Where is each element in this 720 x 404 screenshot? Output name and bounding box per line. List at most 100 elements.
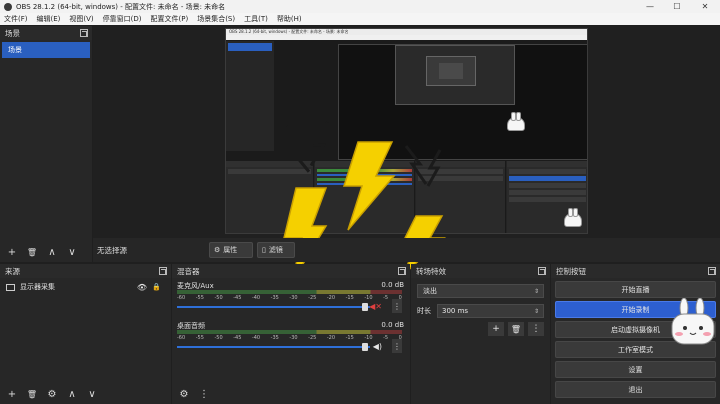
- maximize-button[interactable]: ☐: [666, 0, 688, 13]
- move-source-up-button[interactable]: ∧: [65, 387, 79, 401]
- volume-slider[interactable]: [177, 346, 370, 348]
- nested-preview-level-3: [426, 56, 476, 86]
- controls-header: 控制按钮: [551, 264, 720, 278]
- move-source-down-button[interactable]: ∨: [85, 387, 99, 401]
- lightning-cracks-icon: [284, 121, 329, 173]
- remove-scene-button[interactable]: 🗑: [25, 245, 39, 259]
- mixer-channel-desktop: 桌面音频 0.0 dB -60 -55 -50 -45 -40 -35 -30 -25 -20-…: [176, 320, 406, 358]
- window-title: OBS 28.1.2 (64-bit, windows) - 配置文件: 未命名…: [16, 2, 226, 11]
- nested-menu-bar: [226, 35, 587, 40]
- audio-mixer-dock: 混音器 麦克风/Aux 0.0 dB -60 -55 -50 -45 -40 -35 -30…: [172, 264, 410, 404]
- transition-selected: 淡出: [423, 287, 437, 295]
- sources-header: 来源: [0, 264, 171, 278]
- preview-toolbar: 无选择源 ⚙ 属性 ▯ 滤镜: [93, 238, 720, 262]
- menu-tools[interactable]: 工具(T): [244, 14, 268, 24]
- undock-icon[interactable]: [708, 267, 716, 275]
- add-source-button[interactable]: +: [5, 387, 19, 401]
- nested-mascot-icon: [507, 112, 525, 131]
- sources-toolbar: + 🗑 ⚙ ∧ ∨: [0, 384, 171, 404]
- volume-meter: [177, 290, 402, 294]
- nested-mascot-icon: [564, 208, 582, 227]
- menu-profile[interactable]: 配置文件(P): [151, 14, 189, 24]
- no-source-selected-label: 无选择源: [97, 245, 127, 255]
- properties-button[interactable]: ⚙ 属性: [209, 242, 253, 258]
- start-streaming-button[interactable]: 开始直播: [555, 281, 716, 298]
- mixer-channel-mic: 麦克风/Aux 0.0 dB -60 -55 -50 -45 -40 -35 -30 -25-…: [176, 280, 406, 318]
- nested-scenes-dock: [226, 41, 274, 151]
- undock-icon[interactable]: [80, 29, 88, 37]
- channel-more-button[interactable]: ⋮: [392, 299, 402, 313]
- transitions-title: 转场特效: [416, 266, 446, 276]
- move-scene-down-button[interactable]: ∨: [65, 245, 79, 259]
- source-properties-button[interactable]: ⚙: [45, 387, 59, 401]
- remove-transition-button[interactable]: 🗑: [508, 322, 524, 336]
- transition-properties-button[interactable]: ⋮: [528, 322, 544, 336]
- filters-button[interactable]: ▯ 滤镜: [257, 242, 295, 258]
- transitions-header: 转场特效: [411, 264, 550, 278]
- undock-icon[interactable]: [538, 267, 546, 275]
- menu-help[interactable]: 帮助(H): [277, 14, 302, 24]
- undock-icon[interactable]: [398, 267, 406, 275]
- visibility-eye-icon[interactable]: 👁: [137, 283, 147, 292]
- meter-scale: -60 -55 -50 -45 -40 -35 -30 -25 -20 -15 -10 -5 0: [177, 335, 402, 341]
- lightning-cracks-icon: [404, 145, 442, 187]
- speaker-icon[interactable]: ◀): [373, 342, 382, 351]
- channel-more-button[interactable]: ⋮: [392, 339, 402, 353]
- close-button[interactable]: ✕: [694, 0, 716, 13]
- scenes-dock: 场景 场景 + 🗑 ∧ ∨: [0, 26, 92, 262]
- scene-item[interactable]: 场景: [2, 42, 90, 58]
- volume-slider-handle[interactable]: [362, 303, 368, 311]
- bunny-mascot-icon: [671, 298, 715, 345]
- menu-scene-collection[interactable]: 场景集合(S): [197, 14, 235, 24]
- duration-value: 300 ms: [442, 307, 469, 315]
- volume-meter: [177, 330, 402, 334]
- muted-speaker-icon[interactable]: ◀✕: [369, 302, 382, 311]
- transition-select[interactable]: 淡出 ⇕: [417, 284, 544, 298]
- nested-scene-item: [228, 43, 272, 51]
- minimize-button[interactable]: —: [639, 0, 661, 13]
- sources-title: 来源: [5, 266, 20, 276]
- source-item-label: 显示器采集: [20, 283, 55, 291]
- channel-db: 0.0 dB: [381, 281, 404, 289]
- obs-logo-icon: [4, 2, 12, 11]
- add-scene-button[interactable]: +: [5, 245, 19, 259]
- duration-row: 时长 300 ms ⇕: [417, 304, 544, 318]
- lock-icon[interactable]: 🔒: [152, 283, 161, 291]
- duration-input[interactable]: 300 ms ⇕: [437, 304, 544, 318]
- menu-edit[interactable]: 编辑(E): [37, 14, 61, 24]
- menu-docks[interactable]: 停靠窗口(D): [103, 14, 142, 24]
- sources-dock: 来源 显示器采集 👁 🔒 + 🗑 ⚙ ∧ ∨: [0, 264, 171, 404]
- advanced-audio-settings-button[interactable]: ⚙: [177, 387, 191, 401]
- menu-file[interactable]: 文件(F): [4, 14, 28, 24]
- filters-icon: ▯: [262, 246, 266, 254]
- title-bar: OBS 28.1.2 (64-bit, windows) - 配置文件: 未命名…: [0, 0, 720, 13]
- scene-item-label: 场景: [8, 46, 22, 54]
- scenes-title: 场景: [5, 28, 20, 38]
- volume-slider[interactable]: [177, 306, 370, 308]
- move-scene-up-button[interactable]: ∧: [45, 245, 59, 259]
- chevron-updown-icon: ⇕: [533, 287, 539, 295]
- filters-label: 滤镜: [268, 246, 283, 254]
- add-transition-button[interactable]: +: [488, 322, 504, 336]
- remove-source-button[interactable]: 🗑: [25, 387, 39, 401]
- exit-button[interactable]: 退出: [555, 381, 716, 398]
- monitor-icon: [6, 283, 15, 291]
- settings-button[interactable]: 设置: [555, 361, 716, 378]
- volume-slider-handle[interactable]: [362, 343, 368, 351]
- controls-title: 控制按钮: [556, 266, 586, 276]
- scene-transitions-dock: 转场特效 淡出 ⇕ 时长 300 ms ⇕ + 🗑 ⋮: [411, 264, 550, 404]
- mixer-toolbar: ⚙ ⋮: [172, 384, 410, 404]
- properties-label: 属性: [223, 246, 238, 254]
- menu-view[interactable]: 视图(V): [69, 14, 93, 24]
- nested-preview-level-2: [395, 45, 515, 105]
- transition-toolbar: + 🗑 ⋮: [484, 322, 544, 336]
- mixer-title: 混音器: [177, 266, 200, 276]
- mixer-more-button[interactable]: ⋮: [197, 387, 211, 401]
- spinner-icon[interactable]: ⇕: [534, 308, 539, 315]
- duration-label: 时长: [417, 307, 431, 315]
- lightning-bolt-icon: [342, 141, 396, 231]
- undock-icon[interactable]: [159, 267, 167, 275]
- mixer-header: 混音器: [172, 264, 410, 278]
- source-item[interactable]: 显示器采集 👁 🔒: [0, 280, 171, 294]
- properties-icon: ⚙: [214, 246, 221, 254]
